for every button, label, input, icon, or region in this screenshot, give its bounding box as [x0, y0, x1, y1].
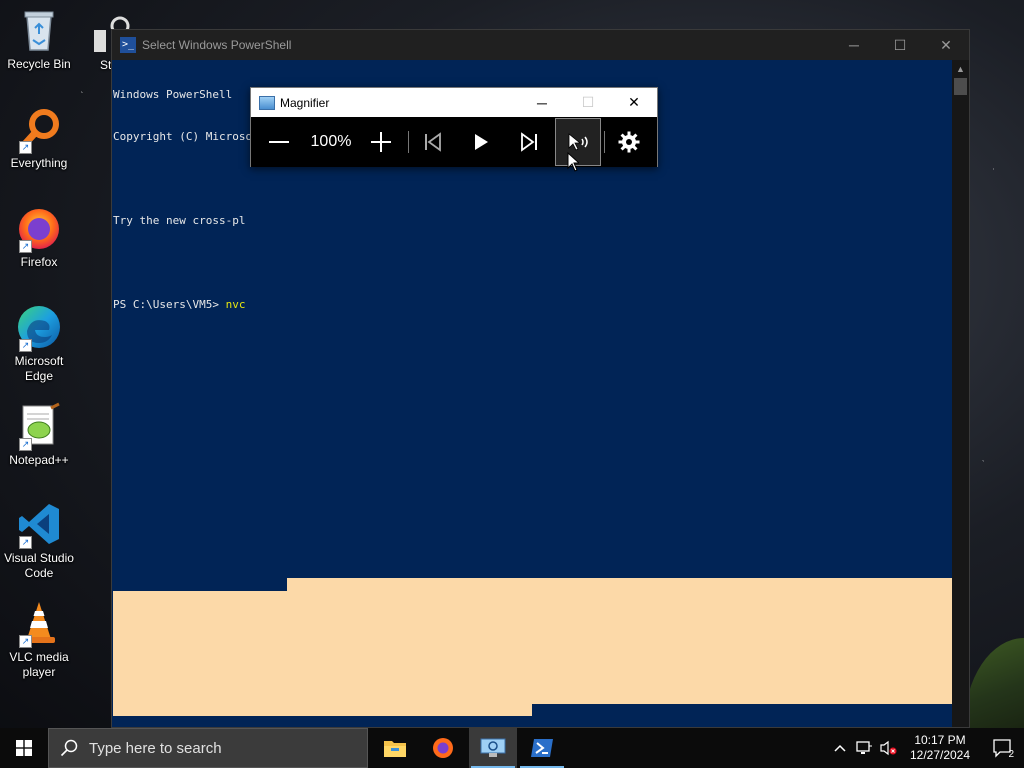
read-next-button[interactable] [507, 118, 551, 166]
shortcut-arrow-icon: ↗ [19, 536, 32, 549]
console-line: Try the new cross-pl [113, 214, 246, 227]
shortcut-arrow-icon: ↗ [19, 635, 32, 648]
magnifier-maximize-button: ☐ [581, 94, 595, 110]
taskbar-search-box[interactable]: Type here to search [48, 728, 368, 768]
magnifier-app-icon [259, 95, 275, 110]
taskbar-powershell[interactable] [518, 728, 566, 768]
show-hidden-icons-chevron-up-icon[interactable] [828, 728, 852, 768]
play-button[interactable] [459, 118, 503, 166]
read-previous-button[interactable] [411, 118, 455, 166]
clock-time: 10:17 PM [914, 733, 966, 747]
console-selection-block [287, 704, 532, 716]
scrollbar-thumb[interactable] [954, 78, 967, 95]
taskbar-file-explorer[interactable] [371, 728, 419, 768]
window-title: Select Windows PowerShell [142, 38, 292, 52]
console-selection-block [113, 591, 287, 716]
settings-button[interactable] [607, 118, 651, 166]
shortcut-arrow-icon: ↗ [19, 438, 32, 451]
magnifier-minimize-button[interactable]: ─ [519, 88, 565, 117]
notification-count-badge: 2 [1008, 749, 1014, 760]
skip-next-icon [521, 132, 537, 152]
action-center-button[interactable]: 2 [980, 728, 1024, 768]
desktop-icon-label: Everything [10, 156, 68, 170]
network-icon[interactable] [852, 728, 876, 768]
desktop-icon-label: Recycle Bin [7, 57, 71, 71]
recycle-bin-icon [15, 6, 63, 54]
close-button[interactable]: ✕ [923, 30, 969, 60]
folder-icon [384, 741, 406, 757]
start-button[interactable] [0, 728, 48, 768]
clock-date: 12/27/2024 [909, 748, 971, 762]
magnifier-titlebar[interactable]: Magnifier ─ ☐ ✕ [251, 88, 657, 117]
magnifier-close-button[interactable]: ✕ [611, 88, 657, 117]
desktop-icon-firefox[interactable]: ↗ Firefox [2, 204, 76, 270]
desktop-icon-notepad-plus-plus[interactable]: ↗ Notepad++ [2, 402, 76, 468]
console-prompt: PS C:\Users\VM5> [113, 298, 226, 311]
desktop-icon-label: VLC media player [9, 650, 69, 679]
skip-previous-icon [425, 132, 441, 152]
gear-icon [618, 131, 640, 153]
search-icon [49, 739, 89, 757]
zoom-in-button[interactable] [359, 118, 403, 166]
shortcut-arrow-icon: ↗ [19, 339, 32, 352]
desktop-icon-recycle-bin[interactable]: Recycle Bin [2, 6, 76, 72]
console-command: nvc [225, 298, 246, 311]
volume-muted-icon[interactable] [876, 728, 900, 768]
scroll-up-arrow-icon[interactable]: ▲ [952, 60, 969, 77]
console-selection-block [287, 578, 952, 704]
taskbar-magnifier[interactable] [469, 728, 517, 768]
toolbar-divider [408, 131, 409, 153]
everything-search-icon: ↗ [15, 105, 63, 154]
powershell-icon [531, 739, 553, 757]
taskbar-clock[interactable]: 10:17 PM 12/27/2024 [900, 733, 980, 763]
magnifier-window[interactable]: Magnifier ─ ☐ ✕ 100% [250, 87, 658, 167]
desktop-icon-label: St [100, 58, 112, 72]
desktop-icon-label: Visual Studio Code [4, 551, 74, 580]
vscode-icon: ↗ [15, 500, 63, 549]
shortcut-arrow-icon: ↗ [19, 240, 32, 253]
search-placeholder: Type here to search [89, 739, 222, 757]
wallpaper-hill [964, 638, 1024, 728]
windows-logo-icon [16, 740, 32, 756]
console-prompt-line: PS C:\Users\VM5> nvc [113, 298, 952, 312]
powershell-titlebar[interactable]: >_ Select Windows PowerShell ─ ☐ ✕ [112, 30, 969, 60]
desktop-icon-everything[interactable]: ↗ Everything [2, 105, 76, 171]
magnifier-title: Magnifier [280, 95, 330, 110]
desktop-icon-label: Firefox [20, 255, 58, 269]
vertical-scrollbar[interactable]: ▲ [952, 60, 969, 727]
desktop-icon-vlc-media-player[interactable]: ↗ VLC media player [2, 599, 76, 680]
zoom-level-value: 100% [310, 133, 352, 150]
notepad-plus-plus-icon: ↗ [15, 402, 63, 451]
desktop-icon-label: Notepad++ [9, 453, 69, 467]
minus-icon [269, 141, 289, 143]
plus-icon [371, 132, 391, 152]
mouse-cursor-icon [567, 152, 579, 172]
desktop-icon-microsoft-edge[interactable]: ↗ Microsoft Edge [2, 303, 76, 384]
maximize-button[interactable]: ☐ [877, 30, 923, 60]
read-from-here-icon [568, 133, 588, 151]
edge-icon: ↗ [15, 303, 63, 352]
taskbar: Type here to search 10:17 PM 12/27/2024 … [0, 728, 1024, 768]
zoom-out-button[interactable] [257, 118, 301, 166]
desktop-icon-visual-studio-code[interactable]: ↗ Visual Studio Code [2, 500, 76, 581]
play-icon [475, 134, 488, 150]
vlc-cone-icon: ↗ [15, 599, 63, 648]
firefox-icon: ↗ [15, 204, 63, 253]
powershell-icon: >_ [120, 37, 136, 53]
toolbar-divider [604, 131, 605, 153]
shortcut-arrow-icon: ↗ [19, 141, 32, 154]
taskbar-firefox[interactable] [419, 728, 467, 768]
desktop-icon-label: Microsoft Edge [14, 354, 64, 383]
firefox-icon [433, 738, 453, 758]
magnifier-icon [480, 738, 506, 757]
minimize-button[interactable]: ─ [831, 30, 877, 60]
system-tray: 10:17 PM 12/27/2024 2 [828, 728, 1024, 768]
magnifier-toolbar: 100% [251, 117, 657, 167]
